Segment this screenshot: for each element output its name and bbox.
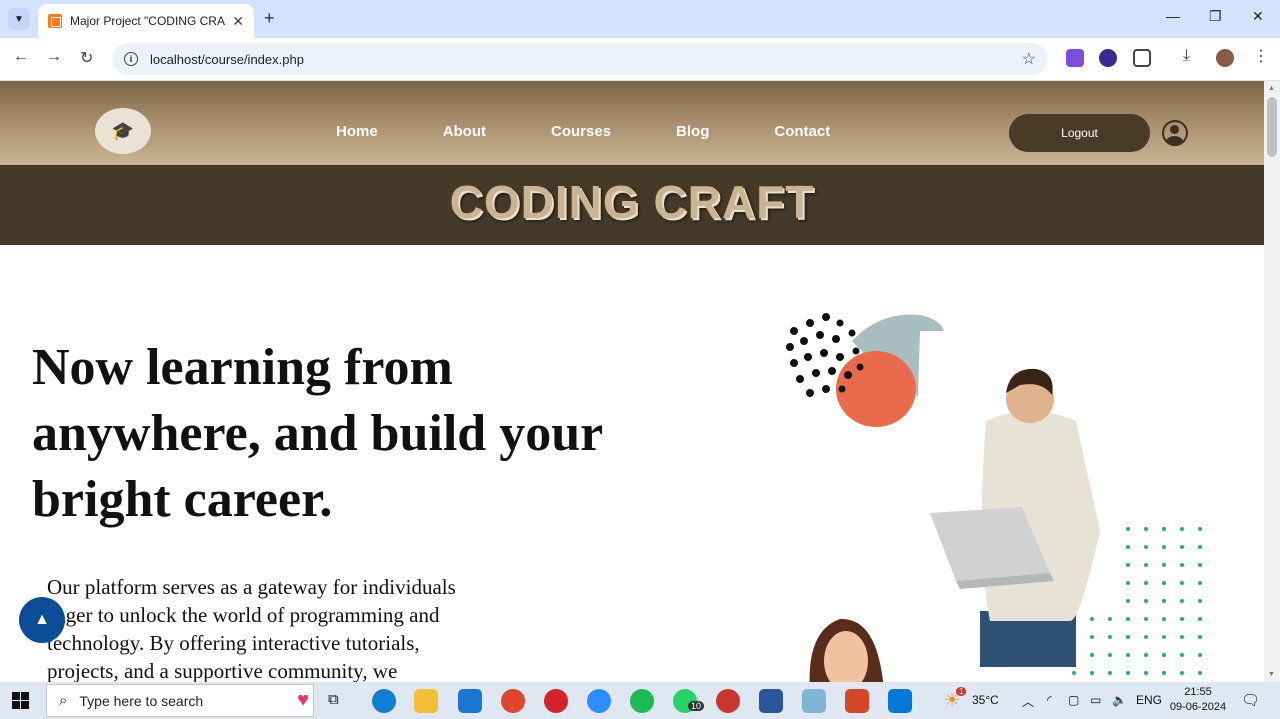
spotify-icon[interactable] [630, 689, 654, 713]
show-hidden-icons-chevron-icon[interactable]: ︿ [1022, 693, 1034, 710]
nav-blog[interactable]: Blog [676, 123, 709, 140]
network-icon[interactable]: ◜ [1047, 693, 1052, 707]
scroll-to-top-button[interactable]: ▲ [19, 597, 65, 643]
browser-tab-strip: ▼ Major Project "CODING CRAFT" ✕ + — ❐ ✕ [0, 0, 1280, 38]
word-icon[interactable] [759, 689, 783, 713]
banner-title: CODING CRAFT [449, 176, 815, 228]
notepad-icon[interactable] [802, 689, 826, 713]
search-icon: ⌕ [59, 692, 68, 709]
windows-start-icon[interactable] [12, 692, 29, 709]
volume-icon[interactable]: 🔈 [1112, 693, 1127, 707]
weather-badge: 1 [956, 687, 967, 696]
url-text: localhost/course/index.php [150, 51, 304, 67]
hero-heading: Now learning from anywhere, and build yo… [32, 339, 603, 528]
site-info-icon[interactable]: i [124, 52, 138, 66]
logout-button[interactable]: Logout [1009, 114, 1150, 152]
tab-title: Major Project "CODING CRAFT" [70, 14, 226, 28]
new-tab-button[interactable]: + [264, 8, 275, 29]
window-close-button[interactable]: ✕ [1252, 8, 1264, 25]
windows-taskbar: ⌕ Type here to search ♥ ⧉ 10 ☀ 1 35°C ︿ … [0, 682, 1280, 719]
minimize-button[interactable]: — [1166, 8, 1180, 24]
zoom-icon[interactable] [587, 689, 611, 713]
address-bar[interactable]: i localhost/course/index.php ☆ [112, 43, 1048, 75]
hero-paragraph: Our platform serves as a gateway for ind… [47, 575, 456, 682]
taskbar-search-box[interactable]: ⌕ Type here to search ♥ [46, 684, 314, 717]
title-banner: CODING CRAFT [0, 165, 1264, 245]
task-view-icon[interactable]: ⧉ [328, 691, 339, 708]
edge-icon[interactable] [372, 689, 396, 713]
tab-search-button[interactable]: ▼ [8, 8, 30, 30]
reload-button[interactable]: ↻ [80, 48, 93, 68]
downloads-icon[interactable]: ⤓ [1183, 47, 1190, 65]
nav-home[interactable]: Home [336, 123, 378, 140]
battery-icon[interactable]: ▭ [1090, 693, 1101, 707]
back-button[interactable]: ← [13, 48, 29, 66]
file-explorer-icon[interactable] [414, 689, 438, 713]
hero-illustration [786, 313, 1202, 682]
search-placeholder: Type here to search [79, 692, 204, 709]
hearts-stethoscope-icon: ♥ [297, 689, 309, 711]
browser-tab-active[interactable]: Major Project "CODING CRAFT" ✕ [38, 4, 254, 38]
webpage: 🎓 Home About Courses Blog Contact Logout… [0, 81, 1264, 682]
arrow-up-icon: ▲ [34, 611, 50, 628]
mail-icon[interactable] [458, 689, 482, 713]
whatsapp-badge: 10 [688, 701, 705, 711]
meet-now-icon[interactable]: ▢ [1068, 693, 1079, 707]
scrollbar-thumb[interactable] [1267, 97, 1277, 157]
profile-avatar[interactable] [1216, 49, 1234, 67]
browser-toolbar: ← → ↻ i localhost/course/index.php ☆ ⤓ ⋮ [0, 38, 1280, 81]
page-scrollbar[interactable]: ▲ ▼ [1264, 81, 1280, 682]
powerpoint-icon[interactable] [845, 689, 869, 713]
chrome-menu-icon[interactable]: ⋮ [1253, 46, 1269, 66]
graduation-cap-logo-icon[interactable]: 🎓 [95, 108, 151, 154]
extension-download-icon[interactable] [1099, 49, 1117, 67]
orange-blob-shape [836, 351, 916, 427]
clock-time: 21:55 [1184, 686, 1212, 698]
scroll-down-arrow-icon[interactable]: ▼ [1268, 671, 1275, 678]
language-indicator[interactable]: ENG [1136, 693, 1162, 707]
pinterest-icon[interactable] [544, 689, 568, 713]
extension-v-icon[interactable] [1066, 49, 1084, 67]
main-nav: Home About Courses Blog Contact [336, 123, 830, 140]
nav-contact[interactable]: Contact [774, 123, 830, 140]
man-with-laptop-image [930, 368, 1100, 667]
chrome-profile-icon[interactable] [716, 689, 740, 713]
extensions-puzzle-icon[interactable] [1133, 49, 1151, 67]
woman-image [809, 618, 884, 682]
bookmark-star-icon[interactable]: ☆ [1022, 49, 1036, 69]
nav-about[interactable]: About [443, 123, 486, 140]
clock-date: 09-06-2024 [1169, 701, 1227, 713]
temperature-text[interactable]: 35°C [972, 693, 999, 707]
xampp-favicon-icon [48, 14, 62, 28]
tab-close-icon[interactable]: ✕ [232, 13, 244, 30]
scroll-up-arrow-icon[interactable]: ▲ [1268, 85, 1275, 92]
nav-courses[interactable]: Courses [551, 123, 611, 140]
restore-button[interactable]: ❐ [1209, 8, 1222, 25]
site-header: 🎓 Home About Courses Blog Contact Logout [0, 81, 1264, 165]
user-account-icon[interactable] [1162, 120, 1188, 146]
clock[interactable]: 21:55 09-06-2024 [1168, 685, 1228, 715]
notifications-icon[interactable]: 🗨 [1241, 691, 1260, 709]
chrome-icon[interactable] [501, 689, 525, 713]
vscode-icon[interactable] [888, 689, 912, 713]
forward-button[interactable]: → [46, 48, 62, 66]
